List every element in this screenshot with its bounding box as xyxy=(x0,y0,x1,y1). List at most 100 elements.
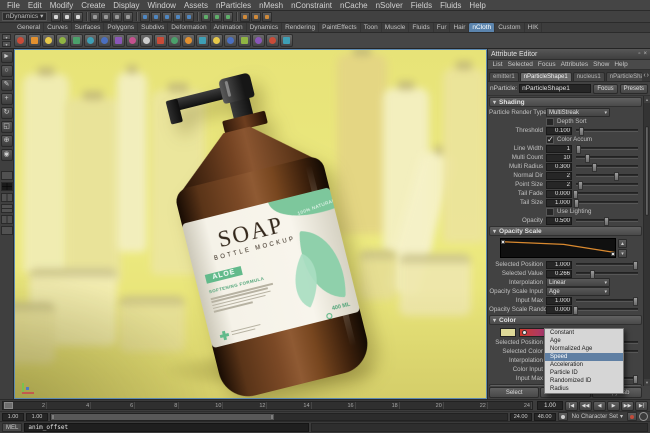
section-header-color[interactable]: ▾Color xyxy=(489,315,642,325)
shelf-tab[interactable]: Rendering xyxy=(282,23,319,32)
construction-history-icon[interactable] xyxy=(201,12,211,22)
menu-item[interactable]: nConstraint xyxy=(287,1,336,10)
footer-button[interactable]: Select xyxy=(489,387,539,398)
hypershade-layout-icon[interactable] xyxy=(1,226,13,235)
dropdown-option[interactable]: Randomized ID xyxy=(545,377,623,385)
scale-tool-icon[interactable]: ◱ xyxy=(1,121,13,133)
command-result-field[interactable] xyxy=(311,423,648,432)
menu-item[interactable]: Fields xyxy=(407,1,436,10)
menu-set-selector[interactable]: nDynamics ▾ xyxy=(2,12,47,21)
tab-scroll-left-icon[interactable]: ‹ xyxy=(643,72,645,80)
menu-item[interactable]: Help xyxy=(465,1,489,10)
shelf-icon[interactable] xyxy=(238,34,251,47)
shelf-tab[interactable]: Fluids xyxy=(409,23,433,32)
menu-item[interactable]: nCache xyxy=(336,1,372,10)
tab-scroll-right-icon[interactable]: › xyxy=(647,72,649,80)
menu-item[interactable]: nParticles xyxy=(212,1,255,10)
dropdown-option[interactable]: Normalized Age xyxy=(545,345,623,353)
dropdown-option[interactable]: Radius xyxy=(545,385,623,393)
opacity-randomize-field[interactable]: 0.000 xyxy=(546,306,572,314)
universal-manipulator-icon[interactable]: ⊕ xyxy=(1,135,13,147)
ae-menu-item[interactable]: Attributes xyxy=(558,61,590,68)
animation-preferences-icon[interactable] xyxy=(639,412,648,421)
viewport-panel[interactable]: 100% NATURAL SOAP BOTTLE MOCKUP ALOE SOF… xyxy=(14,49,487,399)
interpolation-dropdown[interactable]: Linear▾ xyxy=(546,278,610,287)
shelf-icon[interactable] xyxy=(140,34,153,47)
shelf-icon[interactable] xyxy=(28,34,41,47)
section-header-opacity-scale[interactable]: ▾Opacity Scale xyxy=(489,226,642,236)
ipr-render-icon[interactable] xyxy=(251,12,261,22)
transport-button[interactable]: ◀ xyxy=(593,401,606,411)
range-slider[interactable] xyxy=(50,413,508,421)
ae-menu-item[interactable]: Show xyxy=(591,61,612,68)
dropdown-option[interactable]: Age xyxy=(545,337,623,345)
shelf-icon[interactable] xyxy=(154,34,167,47)
playback-start-field[interactable]: 1.00 xyxy=(26,413,48,421)
shelf-icon[interactable] xyxy=(98,34,111,47)
tail-fade-slider[interactable] xyxy=(576,192,638,195)
shelf-icon[interactable] xyxy=(182,34,195,47)
ae-menu-item[interactable]: Selected xyxy=(505,61,535,68)
line-width-slider[interactable] xyxy=(576,147,638,150)
snap-curve-icon[interactable] xyxy=(151,12,161,22)
input-max-slider[interactable] xyxy=(576,299,638,302)
menu-item[interactable]: nMesh xyxy=(255,1,287,10)
shelf-tab[interactable]: Curves xyxy=(44,23,72,32)
two-pane-side-layout-icon[interactable] xyxy=(1,193,13,202)
scroll-up-icon[interactable]: ▲ xyxy=(644,96,650,103)
opacity-ramp-widget[interactable] xyxy=(500,238,616,258)
snap-surface-icon[interactable] xyxy=(184,12,194,22)
last-tool-icon[interactable]: ◉ xyxy=(1,149,13,161)
character-key-icon[interactable] xyxy=(558,412,568,421)
lasso-tool-icon[interactable]: ○ xyxy=(1,65,13,77)
scroll-down-icon[interactable]: ▼ xyxy=(644,379,650,386)
menu-item[interactable]: Create xyxy=(77,1,109,10)
multi-count-slider[interactable] xyxy=(576,156,638,159)
shelf-tab[interactable]: Surfaces xyxy=(72,23,105,32)
menu-item[interactable]: Display xyxy=(109,1,143,10)
shelf-tab[interactable]: HIK xyxy=(525,23,543,32)
tail-size-slider[interactable] xyxy=(576,201,638,204)
point-size-slider[interactable] xyxy=(576,183,638,186)
section-header-shading[interactable]: ▾Shading xyxy=(489,97,642,107)
dropdown-option[interactable]: Acceleration xyxy=(545,361,623,369)
slider-handle[interactable] xyxy=(590,270,595,279)
slider-handle[interactable] xyxy=(574,199,579,208)
shelf-tab[interactable]: Custom xyxy=(495,23,524,32)
shelf-tab[interactable]: Hair xyxy=(450,23,469,32)
new-scene-icon[interactable] xyxy=(51,12,61,22)
ae-menu-item[interactable]: List xyxy=(490,61,505,68)
shelf-icon[interactable] xyxy=(224,34,237,47)
shelf-icon[interactable] xyxy=(56,34,69,47)
select-hierarchy-icon[interactable] xyxy=(90,12,100,22)
selection-mask-icon[interactable] xyxy=(123,12,133,22)
multi-radius-field[interactable]: 0.300 xyxy=(546,163,572,171)
attribute-editor-titlebar[interactable]: Attribute Editor ▫× xyxy=(488,49,650,60)
paint-select-tool-icon[interactable]: ✎ xyxy=(1,79,13,91)
slider-handle[interactable] xyxy=(585,154,590,163)
shelf-icon[interactable] xyxy=(84,34,97,47)
shelf-tab[interactable]: Toon xyxy=(361,23,382,32)
move-tool-icon[interactable]: + xyxy=(1,93,13,105)
shelf-icon[interactable] xyxy=(70,34,83,47)
ae-menu-item[interactable]: Help xyxy=(612,61,630,68)
snap-plane-icon[interactable] xyxy=(173,12,183,22)
rotate-tool-icon[interactable]: ↻ xyxy=(1,107,13,119)
ramp-handle[interactable] xyxy=(501,240,505,244)
point-size-field[interactable]: 2 xyxy=(546,181,572,189)
single-pane-layout-icon[interactable] xyxy=(1,171,13,180)
persp-outliner-layout-icon[interactable] xyxy=(1,215,13,224)
slider-handle[interactable] xyxy=(578,181,583,190)
color-accum-checkbox[interactable] xyxy=(546,136,554,144)
shelf-icon[interactable] xyxy=(196,34,209,47)
node-name-field[interactable]: nParticleShape1 xyxy=(519,84,591,93)
character-set-menu[interactable]: No Character Set▾ xyxy=(570,413,625,420)
output-connections-icon[interactable] xyxy=(223,12,233,22)
normal-dir-slider[interactable] xyxy=(576,174,638,177)
focus-button[interactable]: Focus xyxy=(593,84,617,94)
current-time-field[interactable]: 1.00 xyxy=(537,401,563,410)
auto-keyframe-icon[interactable] xyxy=(627,412,637,421)
shelf-tab[interactable]: Dynamics xyxy=(247,23,283,32)
ae-tab[interactable]: nucleus1 xyxy=(573,72,605,81)
transport-button[interactable]: ▶ xyxy=(607,401,620,411)
